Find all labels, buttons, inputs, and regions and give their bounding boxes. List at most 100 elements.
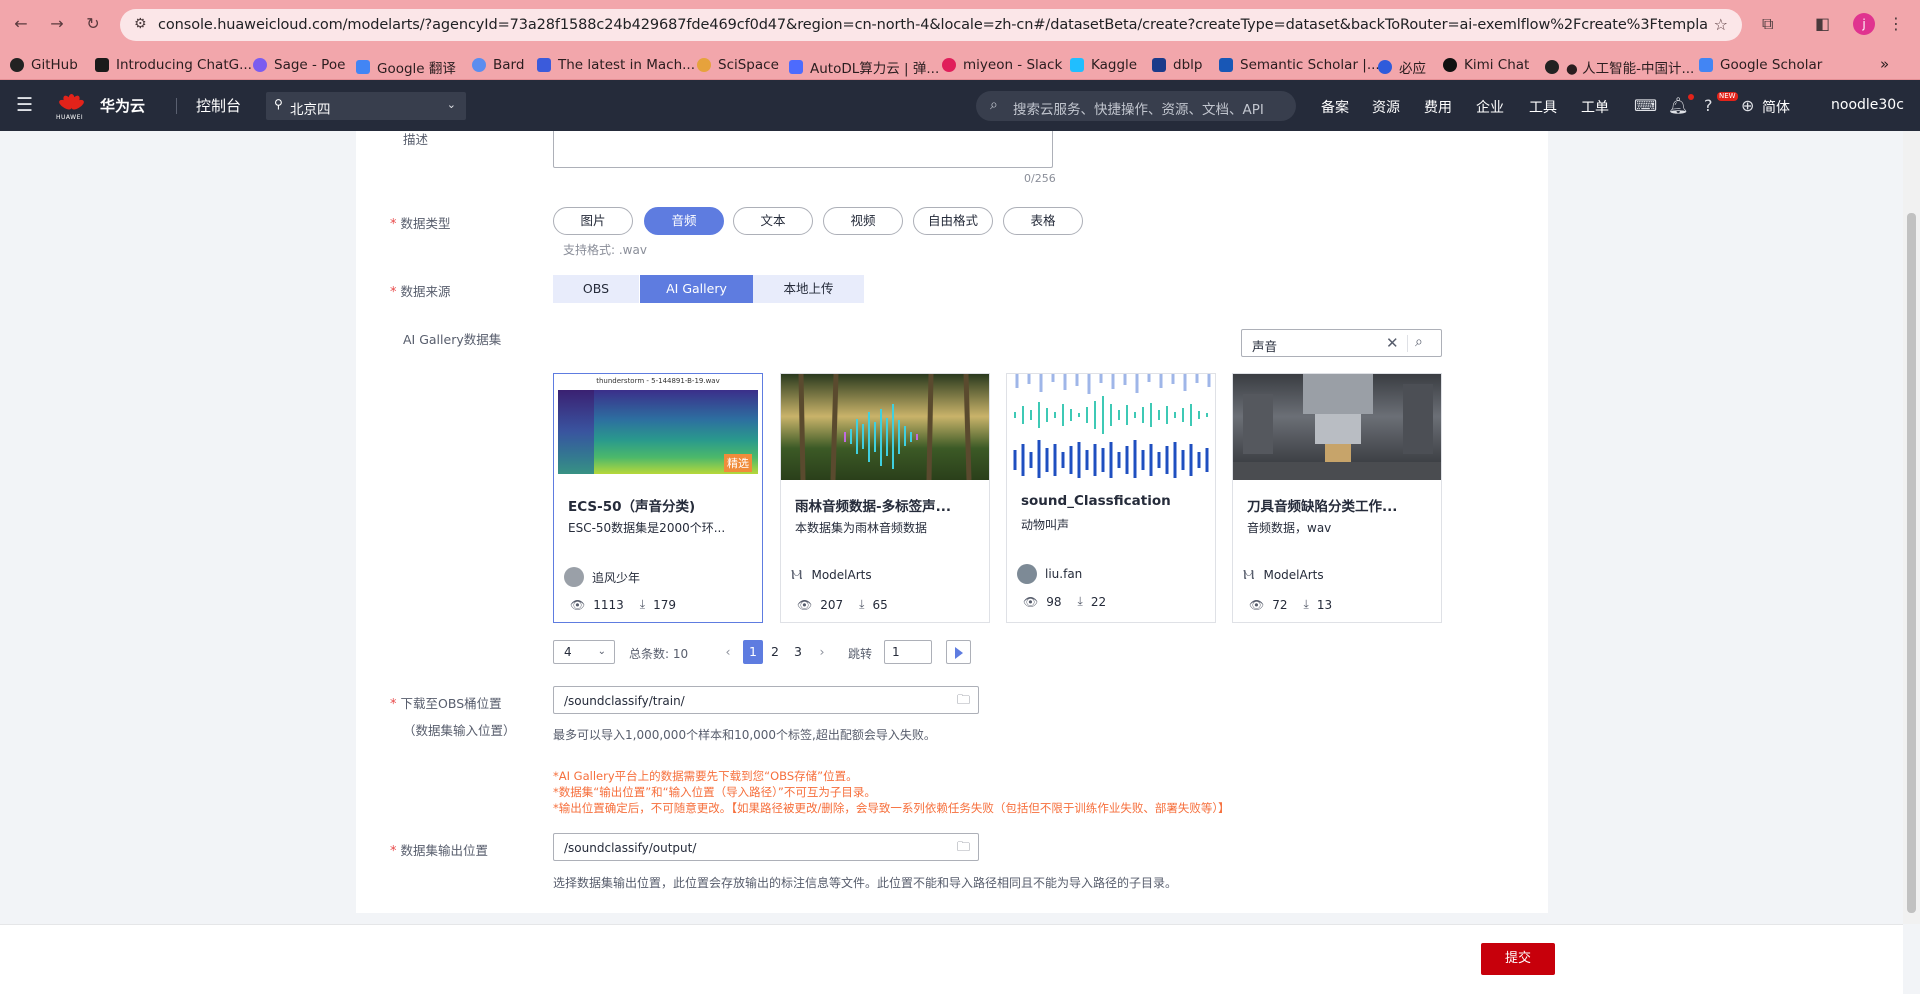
data-type-video[interactable]: 视频: [823, 207, 903, 235]
bookmark-item[interactable]: Sage - Poe: [253, 57, 345, 73]
data-type-image[interactable]: 图片: [553, 207, 633, 235]
brand-name[interactable]: 华为云: [100, 95, 145, 116]
bookmarks-overflow-icon[interactable]: »: [1880, 55, 1889, 73]
search-placeholder: 搜索云服务、快捷操作、资源、文档、API: [1013, 102, 1264, 118]
bell-icon[interactable]: 🔔︎: [1668, 96, 1688, 115]
jump-page-input[interactable]: 1: [884, 640, 932, 664]
next-page-icon[interactable]: ›: [812, 640, 832, 664]
bookmark-item[interactable]: GitHub: [10, 57, 78, 73]
card-description: 音频数据，wav: [1247, 521, 1332, 535]
search-icon[interactable]: ⌕: [1415, 334, 1423, 350]
forward-icon[interactable]: →: [46, 14, 68, 33]
url-text[interactable]: console.huaweicloud.com/modelarts/?agenc…: [158, 17, 1708, 33]
source-local-upload[interactable]: 本地上传: [753, 275, 864, 303]
dataset-card[interactable]: 雨林音频数据-多标签声... 本数据集为雨林音频数据 Ⲙ ModelArts 👁︎…: [780, 373, 990, 623]
nav-link-enterprise[interactable]: 企业: [1476, 97, 1504, 117]
profile-avatar[interactable]: j: [1853, 13, 1875, 35]
console-link[interactable]: 控制台: [196, 95, 241, 116]
nav-link-beian[interactable]: 备案: [1321, 97, 1349, 117]
bookmark-item[interactable]: Kaggle: [1070, 57, 1137, 73]
card-title[interactable]: sound_Classfication: [1021, 493, 1206, 509]
spectrogram-thumbnail: thunderstorm - 5-144891-B-19.wav 精选: [554, 374, 762, 480]
bookmark-item[interactable]: Introducing ChatG...: [95, 57, 252, 73]
extensions-icon[interactable]: ⧉: [1762, 14, 1773, 34]
page-1[interactable]: 1: [743, 640, 763, 664]
folder-icon[interactable]: 🗀: [957, 691, 970, 713]
nav-link-tickets[interactable]: 工单: [1581, 97, 1609, 117]
card-title[interactable]: 刀具音频缺陷分类工作...: [1247, 495, 1432, 515]
bookmark-item[interactable]: The latest in Mach...: [537, 57, 695, 73]
bookmark-item[interactable]: ● 人工智能-中国计...: [1545, 57, 1694, 77]
reload-icon[interactable]: ↻: [82, 14, 104, 33]
browser-menu-icon[interactable]: ⋮: [1888, 14, 1904, 33]
bookmark-item[interactable]: Semantic Scholar |...: [1219, 57, 1380, 73]
eye-icon: 👁︎: [797, 597, 813, 612]
user-menu[interactable]: noodle30c: [1831, 97, 1904, 113]
help-icon[interactable]: ?: [1704, 96, 1713, 115]
submit-button[interactable]: 提交: [1481, 943, 1555, 975]
global-search[interactable]: ⌕ 搜索云服务、快捷操作、资源、文档、API: [976, 91, 1296, 121]
huawei-logo[interactable]: HUAWEI: [56, 93, 86, 121]
data-type-label: * 数据类型: [390, 216, 451, 232]
bookmark-item[interactable]: SciSpace: [697, 57, 779, 73]
gallery-search[interactable]: 声音 ✕ ⌕: [1241, 329, 1442, 357]
jump-go-button[interactable]: [946, 640, 971, 664]
data-type-text[interactable]: 文本: [733, 207, 813, 235]
bookmark-item[interactable]: 必应: [1378, 57, 1426, 77]
language-switch[interactable]: 简体: [1762, 97, 1790, 117]
eye-icon: 👁︎: [1249, 597, 1265, 612]
source-ai-gallery[interactable]: AI Gallery: [640, 275, 753, 303]
bookmark-item[interactable]: AutoDL算力云 | 弹...: [789, 57, 939, 77]
card-title[interactable]: 雨林音频数据-多标签声...: [795, 495, 980, 515]
page-3[interactable]: 3: [788, 640, 808, 664]
nav-link-billing[interactable]: 费用: [1424, 97, 1452, 117]
scrollbar-thumb[interactable]: [1907, 213, 1916, 913]
nav-link-tools[interactable]: 工具: [1529, 97, 1557, 117]
modelarts-logo-icon: Ⲙ: [791, 567, 803, 583]
card-description: ESC-50数据集是2000个环...: [568, 521, 726, 535]
card-author: Ⲙ ModelArts: [1243, 567, 1324, 583]
jump-label: 跳转: [848, 647, 873, 661]
prev-page-icon[interactable]: ‹: [718, 640, 738, 664]
tune-icon[interactable]: ⚙: [134, 16, 147, 32]
obs-path-input[interactable]: /soundclassify/train/ 🗀: [553, 686, 979, 714]
description-label: 描述: [403, 132, 429, 147]
bookmark-item[interactable]: Google 翻译: [356, 57, 456, 77]
bookmark-item[interactable]: miyeon - Slack: [942, 57, 1062, 73]
download-icon: ⤓: [639, 597, 646, 611]
star-icon[interactable]: ☆: [1714, 15, 1728, 34]
dataset-card[interactable]: 刀具音频缺陷分类工作... 音频数据，wav Ⲙ ModelArts 👁︎ 72 ⤓ 1…: [1232, 373, 1442, 623]
data-type-table[interactable]: 表格: [1003, 207, 1083, 235]
bookmark-item[interactable]: Google Scholar: [1699, 57, 1822, 73]
bookmark-item[interactable]: Bard: [472, 57, 524, 73]
menu-icon[interactable]: ☰: [16, 94, 33, 116]
globe-icon[interactable]: ⊕: [1741, 96, 1754, 115]
gallery-search-input[interactable]: 声音: [1252, 336, 1277, 355]
back-icon[interactable]: ←: [10, 14, 32, 33]
bookmark-item[interactable]: Kimi Chat: [1443, 57, 1529, 73]
data-type-freeform[interactable]: 自由格式: [913, 207, 993, 235]
description-textarea[interactable]: [553, 131, 1053, 168]
folder-icon[interactable]: 🗀: [957, 838, 970, 860]
dataset-card[interactable]: sound_Classfication 动物叫声 liu.fan 👁︎ 98 ⤓ 22: [1006, 373, 1216, 623]
dataset-card[interactable]: thunderstorm - 5-144891-B-19.wav 精选 ECS-…: [553, 373, 763, 623]
page-2[interactable]: 2: [765, 640, 785, 664]
close-icon[interactable]: ✕: [1386, 334, 1399, 352]
warning-text: *AI Gallery平台上的数据需要先下载到您“OBS存储”位置。: [553, 769, 858, 783]
card-title[interactable]: ECS-50（声音分类): [568, 495, 753, 515]
card-author: liu.fan: [1017, 564, 1082, 584]
region-selector[interactable]: ⚲ 北京四 ⌄: [266, 92, 466, 120]
data-type-audio[interactable]: 音频: [644, 207, 724, 235]
search-icon: ⌕: [990, 97, 998, 113]
output-path-input[interactable]: /soundclassify/output/ 🗀: [553, 833, 979, 861]
address-bar[interactable]: ⚙ console.huaweicloud.com/modelarts/?age…: [120, 9, 1742, 41]
avatar: [564, 567, 584, 587]
bookmark-item[interactable]: dblp: [1152, 57, 1202, 73]
terminal-icon[interactable]: ⌨: [1634, 96, 1657, 115]
page-scrollbar[interactable]: [1903, 131, 1920, 924]
page-size-select[interactable]: 4 ⌄: [553, 640, 615, 664]
nav-link-resources[interactable]: 资源: [1372, 97, 1400, 117]
total-count: 总条数: 10: [629, 647, 689, 661]
source-obs[interactable]: OBS: [553, 275, 639, 303]
sidepanel-icon[interactable]: ◧: [1815, 14, 1830, 33]
